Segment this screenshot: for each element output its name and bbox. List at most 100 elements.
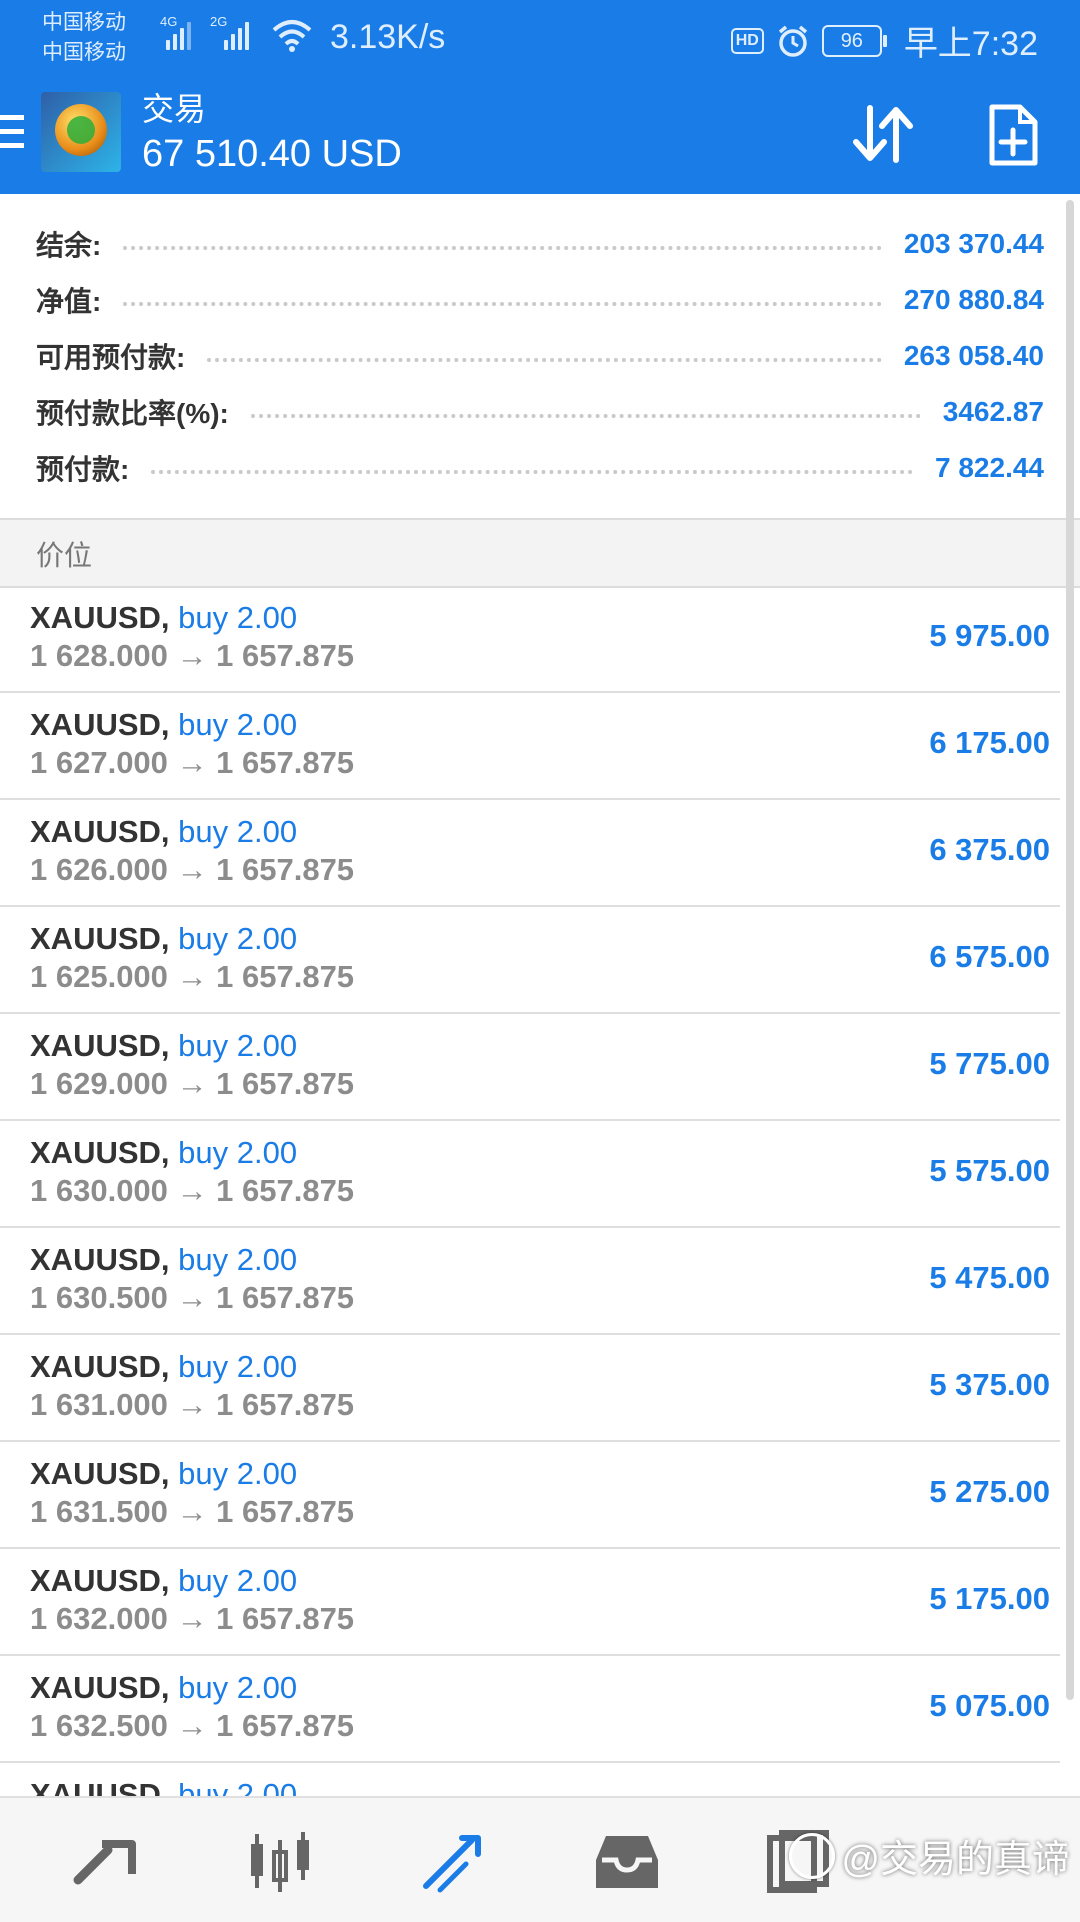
positions-section-header: 价位 [0, 518, 1080, 588]
scrollbar[interactable] [1066, 200, 1074, 1700]
position-prices: 1 631.500 → 1 657.875 [30, 1494, 355, 1529]
position-prices: 1 629.000 → 1 657.875 [30, 1066, 355, 1101]
summary-row-free-margin: 可用预付款: 263 058.40 [36, 328, 1044, 384]
position-type: buy 2.00 [178, 600, 298, 635]
positions-list[interactable]: XAUUSD, buy 2.00 1 628.000 → 1 657.875 5… [0, 586, 1060, 1796]
summary-row-balance: 结余: 203 370.44 [36, 216, 1044, 272]
position-symbol: XAUUSD, [30, 707, 170, 742]
bottom-nav: @交易的真谛 [0, 1796, 1080, 1922]
position-row[interactable]: XAUUSD, buy 2.00 1 625.000 → 1 657.875 6… [0, 907, 1060, 1014]
summary-row-margin-level: 预付款比率(%): 3462.87 [36, 384, 1044, 440]
position-title: XAUUSD, buy 2.00 [30, 1563, 297, 1599]
history-icon[interactable] [592, 1830, 662, 1894]
account-summary: 结余: 203 370.44 净值: 270 880.84 可用预付款: 263… [0, 194, 1080, 518]
carrier-1: 中国移动 [42, 11, 126, 34]
position-row[interactable]: XAUUSD, buy 2.00 1 630.000 → 1 657.875 5… [0, 1121, 1060, 1228]
position-symbol: XAUUSD, [30, 814, 170, 849]
position-type: buy 2.00 [178, 1242, 298, 1277]
menu-icon[interactable] [0, 115, 24, 153]
position-profit: 5 575.00 [929, 1153, 1050, 1188]
position-type: buy 2.00 [178, 1349, 298, 1384]
summary-value: 3462.87 [942, 396, 1044, 427]
position-row[interactable]: XAUUSD, buy 2.00 1 626.000 → 1 657.875 6… [0, 800, 1060, 907]
position-title: XAUUSD, buy 2.00 [30, 1456, 297, 1492]
position-type: buy 2.00 [178, 1028, 298, 1063]
status-right: HD 96 早上7:32 [730, 16, 1038, 65]
trade-icon[interactable] [418, 1830, 488, 1894]
position-type: buy 2.00 [178, 1777, 298, 1796]
position-title: XAUUSD, buy 2.00 [30, 1028, 297, 1064]
new-order-icon[interactable] [988, 104, 1038, 166]
watermark: @交易的真谛 [789, 1828, 1070, 1883]
position-prices: 1 626.000 → 1 657.875 [30, 852, 355, 887]
section-title: 价位 [36, 540, 93, 571]
position-type: buy 2.00 [178, 707, 298, 742]
position-profit: 6 175.00 [929, 725, 1050, 760]
top-bar: 中国移动 中国移动 4G 2G 3.13K/s HD 96 早上7:32 交易 … [0, 0, 1080, 194]
alarm-icon [778, 25, 807, 57]
position-profit: 6 375.00 [929, 832, 1050, 867]
position-profit: 5 275.00 [929, 1474, 1050, 1509]
position-row[interactable]: XAUUSD, buy 2.00 1 627.000 → 1 657.875 6… [0, 693, 1060, 800]
summary-label: 结余: [36, 230, 102, 261]
position-type: buy 2.00 [178, 921, 298, 956]
position-prices: 1 625.000 → 1 657.875 [30, 959, 355, 994]
carrier-2: 中国移动 [42, 41, 126, 64]
position-symbol: XAUUSD, [30, 921, 170, 956]
signal-icon-2 [212, 16, 249, 50]
signal-icon [160, 16, 191, 50]
watermark-text: @交易的真谛 [841, 1839, 1070, 1881]
position-symbol: XAUUSD, [30, 1777, 170, 1796]
position-profit: 5 375.00 [929, 1367, 1050, 1402]
network-speed: 3.13K/s [330, 18, 446, 56]
watermark-logo-icon [789, 1832, 836, 1879]
app-logo [41, 92, 121, 172]
summary-label: 预付款: [36, 454, 130, 485]
dotted-leader [151, 470, 913, 474]
position-type: buy 2.00 [178, 1563, 298, 1598]
position-prices: 1 632.000 → 1 657.875 [30, 1601, 355, 1636]
position-title: XAUUSD, buy 2.00 [30, 1349, 297, 1385]
quotes-icon[interactable] [72, 1830, 142, 1894]
status-time: 早上7:32 [903, 25, 1038, 63]
wifi-icon [272, 20, 312, 52]
summary-row-margin: 预付款: 7 822.44 [36, 440, 1044, 496]
sort-icon[interactable] [850, 104, 916, 164]
position-title: XAUUSD, buy 2.00 [30, 1777, 297, 1796]
position-prices: 1 632.500 → 1 657.875 [30, 1708, 355, 1743]
account-balance-header: 67 510.40 USD [142, 133, 402, 175]
position-type: buy 2.00 [178, 1135, 298, 1170]
position-row[interactable]: XAUUSD, buy 2.00 [0, 1763, 1060, 1796]
position-type: buy 2.00 [178, 1670, 298, 1705]
position-symbol: XAUUSD, [30, 1349, 170, 1384]
position-row[interactable]: XAUUSD, buy 2.00 1 632.500 → 1 657.875 5… [0, 1656, 1060, 1763]
position-symbol: XAUUSD, [30, 1135, 170, 1170]
summary-label: 可用预付款: [36, 342, 186, 373]
summary-row-equity: 净值: 270 880.84 [36, 272, 1044, 328]
position-profit: 6 575.00 [929, 939, 1050, 974]
position-profit: 5 775.00 [929, 1046, 1050, 1081]
position-row[interactable]: XAUUSD, buy 2.00 1 628.000 → 1 657.875 5… [0, 586, 1060, 693]
position-row[interactable]: XAUUSD, buy 2.00 1 629.000 → 1 657.875 5… [0, 1014, 1060, 1121]
position-title: XAUUSD, buy 2.00 [30, 1242, 297, 1278]
dotted-leader [123, 246, 882, 250]
dotted-leader [123, 302, 882, 306]
dotted-leader [207, 358, 882, 362]
summary-label: 净值: [36, 286, 102, 317]
position-row[interactable]: XAUUSD, buy 2.00 1 632.000 → 1 657.875 5… [0, 1549, 1060, 1656]
chart-icon[interactable] [245, 1830, 315, 1894]
position-profit: 5 075.00 [929, 1688, 1050, 1723]
position-row[interactable]: XAUUSD, buy 2.00 1 630.500 → 1 657.875 5… [0, 1228, 1060, 1335]
position-symbol: XAUUSD, [30, 1563, 170, 1598]
position-title: XAUUSD, buy 2.00 [30, 1135, 297, 1171]
position-row[interactable]: XAUUSD, buy 2.00 1 631.000 → 1 657.875 5… [0, 1335, 1060, 1442]
hd-badge: HD [730, 27, 764, 54]
position-prices: 1 631.000 → 1 657.875 [30, 1387, 355, 1422]
position-symbol: XAUUSD, [30, 1670, 170, 1705]
position-title: XAUUSD, buy 2.00 [30, 921, 297, 957]
position-row[interactable]: XAUUSD, buy 2.00 1 631.500 → 1 657.875 5… [0, 1442, 1060, 1549]
position-type: buy 2.00 [178, 1456, 298, 1491]
position-type: buy 2.00 [178, 814, 298, 849]
position-title: XAUUSD, buy 2.00 [30, 814, 297, 850]
summary-label: 预付款比率(%): [36, 398, 229, 429]
